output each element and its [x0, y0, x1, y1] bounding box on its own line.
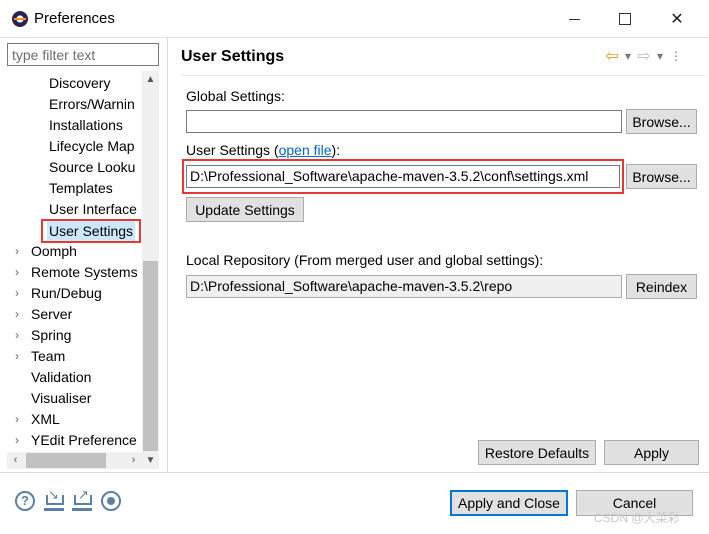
tree-horizontal-scrollbar[interactable]: ‹ ›: [7, 452, 142, 469]
page-navigation: ⇦ ▾ ⇨ ▾ ⋮: [605, 46, 683, 66]
footer-separator: [0, 472, 709, 473]
filter-input[interactable]: [7, 43, 159, 66]
view-menu-icon[interactable]: ⋮: [669, 49, 683, 63]
tree-item-oomph[interactable]: › Oomph: [15, 241, 77, 261]
user-settings-field[interactable]: D:\Professional_Software\apache-maven-3.…: [186, 165, 620, 188]
tree-item-xml[interactable]: › XML: [15, 409, 60, 429]
apply-and-close-button[interactable]: Apply and Close: [450, 490, 568, 516]
import-icon[interactable]: [44, 487, 64, 511]
tree-item-discovery[interactable]: Discovery: [49, 73, 110, 93]
export-icon[interactable]: [72, 487, 92, 511]
record-icon[interactable]: [101, 491, 121, 511]
chevron-right-icon[interactable]: ›: [125, 452, 142, 469]
global-settings-field[interactable]: [186, 110, 622, 133]
maximize-button[interactable]: [600, 0, 650, 38]
help-icon[interactable]: ?: [15, 491, 35, 511]
page-title: User Settings: [181, 48, 285, 65]
update-settings-button[interactable]: Update Settings: [186, 197, 304, 222]
back-dropdown-icon[interactable]: ▾: [621, 49, 635, 63]
tree-item-user-interface[interactable]: User Interface: [49, 199, 137, 219]
chevron-right-icon[interactable]: ›: [15, 346, 25, 366]
chevron-right-icon[interactable]: ›: [15, 325, 25, 345]
chevron-right-icon[interactable]: ›: [15, 409, 25, 429]
tree-item-server[interactable]: › Server: [15, 304, 72, 324]
tree-vertical-scrollbar[interactable]: ▲ ▼: [142, 71, 159, 469]
user-browse-button[interactable]: Browse...: [626, 164, 697, 189]
title-separator: [181, 75, 705, 76]
preferences-tree-panel: Discovery Errors/Warnin Installations Li…: [0, 38, 168, 472]
forward-dropdown-icon[interactable]: ▾: [653, 49, 667, 63]
tree-item-templates[interactable]: Templates: [49, 178, 113, 198]
apply-button[interactable]: Apply: [604, 440, 699, 465]
tree-item-run-debug[interactable]: › Run/Debug: [15, 283, 102, 303]
tree-item-user-settings[interactable]: User Settings: [41, 219, 142, 243]
restore-defaults-button[interactable]: Restore Defaults: [478, 440, 596, 465]
open-file-link[interactable]: open file: [279, 142, 332, 158]
window-title: Preferences: [34, 10, 115, 27]
preferences-tree: Discovery Errors/Warnin Installations Li…: [7, 71, 159, 471]
tree-item-visualiser[interactable]: Visualiser: [31, 388, 91, 408]
watermark: CSDN @大菜彩: [594, 511, 680, 525]
reindex-button[interactable]: Reindex: [626, 274, 697, 299]
tree-item-errors-warnings[interactable]: Errors/Warnin: [49, 94, 135, 114]
title-bar: Preferences ✕: [0, 0, 709, 38]
tree-item-source-lookup[interactable]: Source Looku: [49, 157, 135, 177]
chevron-down-icon[interactable]: ▼: [142, 452, 159, 469]
tree-item-installations[interactable]: Installations: [49, 115, 123, 135]
tree-item-validation[interactable]: Validation: [31, 367, 91, 387]
tree-item-yedit-preferences[interactable]: › YEdit Preference: [15, 430, 137, 450]
minimize-button[interactable]: [549, 0, 599, 38]
local-repository-label: Local Repository (From merged user and g…: [186, 252, 544, 268]
chevron-right-icon[interactable]: ›: [15, 262, 25, 282]
scrollbar-thumb[interactable]: [26, 453, 106, 468]
chevron-right-icon[interactable]: ›: [15, 304, 25, 324]
forward-arrow-icon[interactable]: ⇨: [637, 46, 651, 66]
global-browse-button[interactable]: Browse...: [626, 109, 697, 134]
user-settings-label: User Settings (open file):: [186, 142, 341, 158]
tree-item-team[interactable]: › Team: [15, 346, 65, 366]
chevron-right-icon[interactable]: ›: [15, 241, 25, 261]
tree-item-lifecycle-mappings[interactable]: Lifecycle Map: [49, 136, 135, 156]
tree-item-spring[interactable]: › Spring: [15, 325, 71, 345]
tree-item-remote-systems[interactable]: › Remote Systems: [15, 262, 138, 282]
scrollbar-thumb[interactable]: [143, 261, 158, 451]
preference-page: User Settings ⇦ ▾ ⇨ ▾ ⋮ Global Settings:…: [169, 38, 709, 472]
local-repository-field: D:\Professional_Software\apache-maven-3.…: [186, 275, 622, 298]
global-settings-label: Global Settings:: [186, 88, 285, 104]
chevron-left-icon[interactable]: ‹: [7, 452, 24, 469]
back-arrow-icon[interactable]: ⇦: [605, 46, 619, 66]
chevron-right-icon[interactable]: ›: [15, 283, 25, 303]
close-button[interactable]: ✕: [652, 0, 702, 38]
eclipse-logo-icon: [12, 11, 28, 27]
chevron-right-icon[interactable]: ›: [15, 430, 25, 450]
chevron-up-icon[interactable]: ▲: [142, 71, 159, 88]
